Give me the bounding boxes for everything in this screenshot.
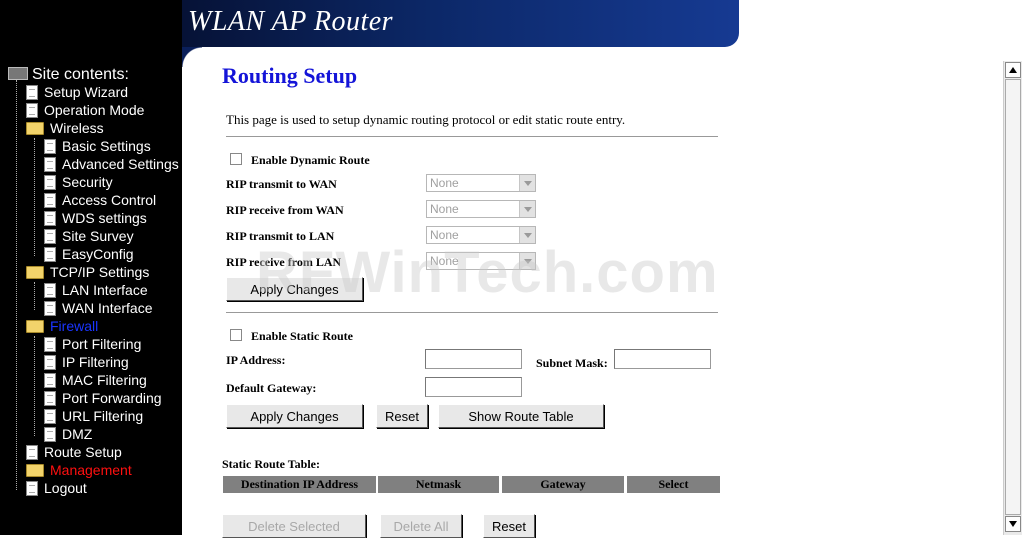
tree-line xyxy=(34,138,35,256)
rip-transmit-wan-select[interactable]: None xyxy=(426,174,536,192)
nav-basic-settings[interactable]: Basic Settings xyxy=(44,138,151,156)
enable-static-route-label: Enable Static Route xyxy=(251,329,353,343)
table-header-select: Select xyxy=(627,476,720,493)
delete-all-button[interactable]: Delete All xyxy=(380,514,462,538)
nav-ip-filtering[interactable]: IP Filtering xyxy=(44,354,129,372)
reset-button[interactable]: Reset xyxy=(376,404,428,428)
chevron-down-icon xyxy=(519,201,535,217)
nav-route-setup[interactable]: Route Setup xyxy=(26,444,122,462)
computer-icon xyxy=(8,67,28,80)
rip-receive-lan-label: RIP receive from LAN xyxy=(226,255,342,269)
folder-open-icon xyxy=(26,319,44,333)
chevron-down-icon xyxy=(519,253,535,269)
delete-selected-button[interactable]: Delete Selected xyxy=(222,514,366,538)
folder-open-icon xyxy=(26,121,44,135)
page-icon xyxy=(44,174,56,190)
nav-advanced-settings[interactable]: Advanced Settings xyxy=(44,156,179,174)
enable-static-route-checkbox[interactable] xyxy=(230,329,242,341)
divider xyxy=(226,312,718,313)
page-icon xyxy=(26,480,38,496)
apply-static-route-button[interactable]: Apply Changes xyxy=(226,404,363,428)
tree-line xyxy=(34,336,35,436)
nav-firewall[interactable]: Firewall xyxy=(26,318,98,336)
page-icon xyxy=(44,408,56,424)
site-contents-title: Site contents: xyxy=(8,66,129,84)
ip-address-input[interactable] xyxy=(425,349,522,369)
static-route-table-title: Static Route Table: xyxy=(222,457,321,471)
apply-dynamic-route-button[interactable]: Apply Changes xyxy=(226,277,363,301)
nav-wireless[interactable]: Wireless xyxy=(26,120,104,138)
rip-transmit-wan-label: RIP transmit to WAN xyxy=(226,177,337,191)
rip-transmit-lan-select[interactable]: None xyxy=(426,226,536,244)
page-icon xyxy=(44,246,56,262)
rip-receive-lan-select[interactable]: None xyxy=(426,252,536,270)
enable-dynamic-route-checkbox[interactable] xyxy=(230,153,242,165)
folder-icon xyxy=(26,463,44,477)
nav-dmz[interactable]: DMZ xyxy=(44,426,92,444)
folder-open-icon xyxy=(26,265,44,279)
scrollbar-thumb[interactable] xyxy=(1005,79,1021,515)
page-icon xyxy=(44,192,56,208)
enable-dynamic-route-label: Enable Dynamic Route xyxy=(251,153,370,167)
nav-port-filtering[interactable]: Port Filtering xyxy=(44,336,141,354)
page-icon xyxy=(44,390,56,406)
page-icon xyxy=(44,336,56,352)
page-description: This page is used to setup dynamic routi… xyxy=(226,112,626,127)
tree-line xyxy=(16,80,17,490)
nav-access-control[interactable]: Access Control xyxy=(44,192,156,210)
chevron-down-icon xyxy=(519,227,535,243)
nav-wan-interface[interactable]: WAN Interface xyxy=(44,300,153,318)
rip-receive-wan-select[interactable]: None xyxy=(426,200,536,218)
nav-setup-wizard[interactable]: Setup Wizard xyxy=(26,84,128,102)
nav-tcpip-settings[interactable]: TCP/IP Settings xyxy=(26,264,149,282)
rip-receive-wan-label: RIP receive from WAN xyxy=(226,203,344,217)
subnet-mask-label: Subnet Mask: xyxy=(536,356,608,370)
rip-transmit-lan-label: RIP transmit to LAN xyxy=(226,229,335,243)
table-header-destination: Destination IP Address xyxy=(223,476,376,493)
page-icon xyxy=(44,138,56,154)
page-icon xyxy=(44,210,56,226)
page-icon xyxy=(44,282,56,298)
app-title: WLAN AP Router xyxy=(188,6,394,37)
default-gateway-label: Default Gateway: xyxy=(226,381,317,395)
divider xyxy=(226,136,718,137)
tree-line xyxy=(34,282,35,310)
nav-port-forwarding[interactable]: Port Forwarding xyxy=(44,390,162,408)
page-icon xyxy=(44,156,56,172)
nav-wds-settings[interactable]: WDS settings xyxy=(44,210,147,228)
page-icon xyxy=(44,354,56,370)
page-icon xyxy=(44,372,56,388)
main-content: Routing Setup This page is used to setup… xyxy=(182,47,1002,538)
nav-mac-filtering[interactable]: MAC Filtering xyxy=(44,372,147,390)
table-header-netmask: Netmask xyxy=(378,476,499,493)
subnet-mask-input[interactable] xyxy=(614,349,711,369)
nav-lan-interface[interactable]: LAN Interface xyxy=(44,282,148,300)
default-gateway-input[interactable] xyxy=(425,377,522,397)
nav-easyconfig[interactable]: EasyConfig xyxy=(44,246,134,264)
ip-address-label: IP Address: xyxy=(226,353,286,367)
table-reset-button[interactable]: Reset xyxy=(483,514,535,538)
show-route-table-button[interactable]: Show Route Table xyxy=(438,404,604,428)
nav-logout[interactable]: Logout xyxy=(26,480,87,498)
sidebar: Site contents: Setup Wizard Operation Mo… xyxy=(0,0,182,535)
nav-operation-mode[interactable]: Operation Mode xyxy=(26,102,144,120)
scroll-up-icon[interactable] xyxy=(1005,62,1021,78)
page-icon xyxy=(26,102,38,118)
page-icon xyxy=(26,444,38,460)
page-icon xyxy=(44,228,56,244)
scroll-down-icon[interactable] xyxy=(1005,516,1021,532)
vertical-scrollbar[interactable] xyxy=(1003,61,1022,535)
page-icon xyxy=(44,300,56,316)
nav-url-filtering[interactable]: URL Filtering xyxy=(44,408,143,426)
nav-security[interactable]: Security xyxy=(44,174,113,192)
page-icon xyxy=(44,426,56,442)
nav-site-survey[interactable]: Site Survey xyxy=(44,228,134,246)
chevron-down-icon xyxy=(519,175,535,191)
page-icon xyxy=(26,84,38,100)
table-header-gateway: Gateway xyxy=(502,476,624,493)
page-title: Routing Setup xyxy=(222,63,358,88)
nav-management[interactable]: Management xyxy=(26,462,132,480)
